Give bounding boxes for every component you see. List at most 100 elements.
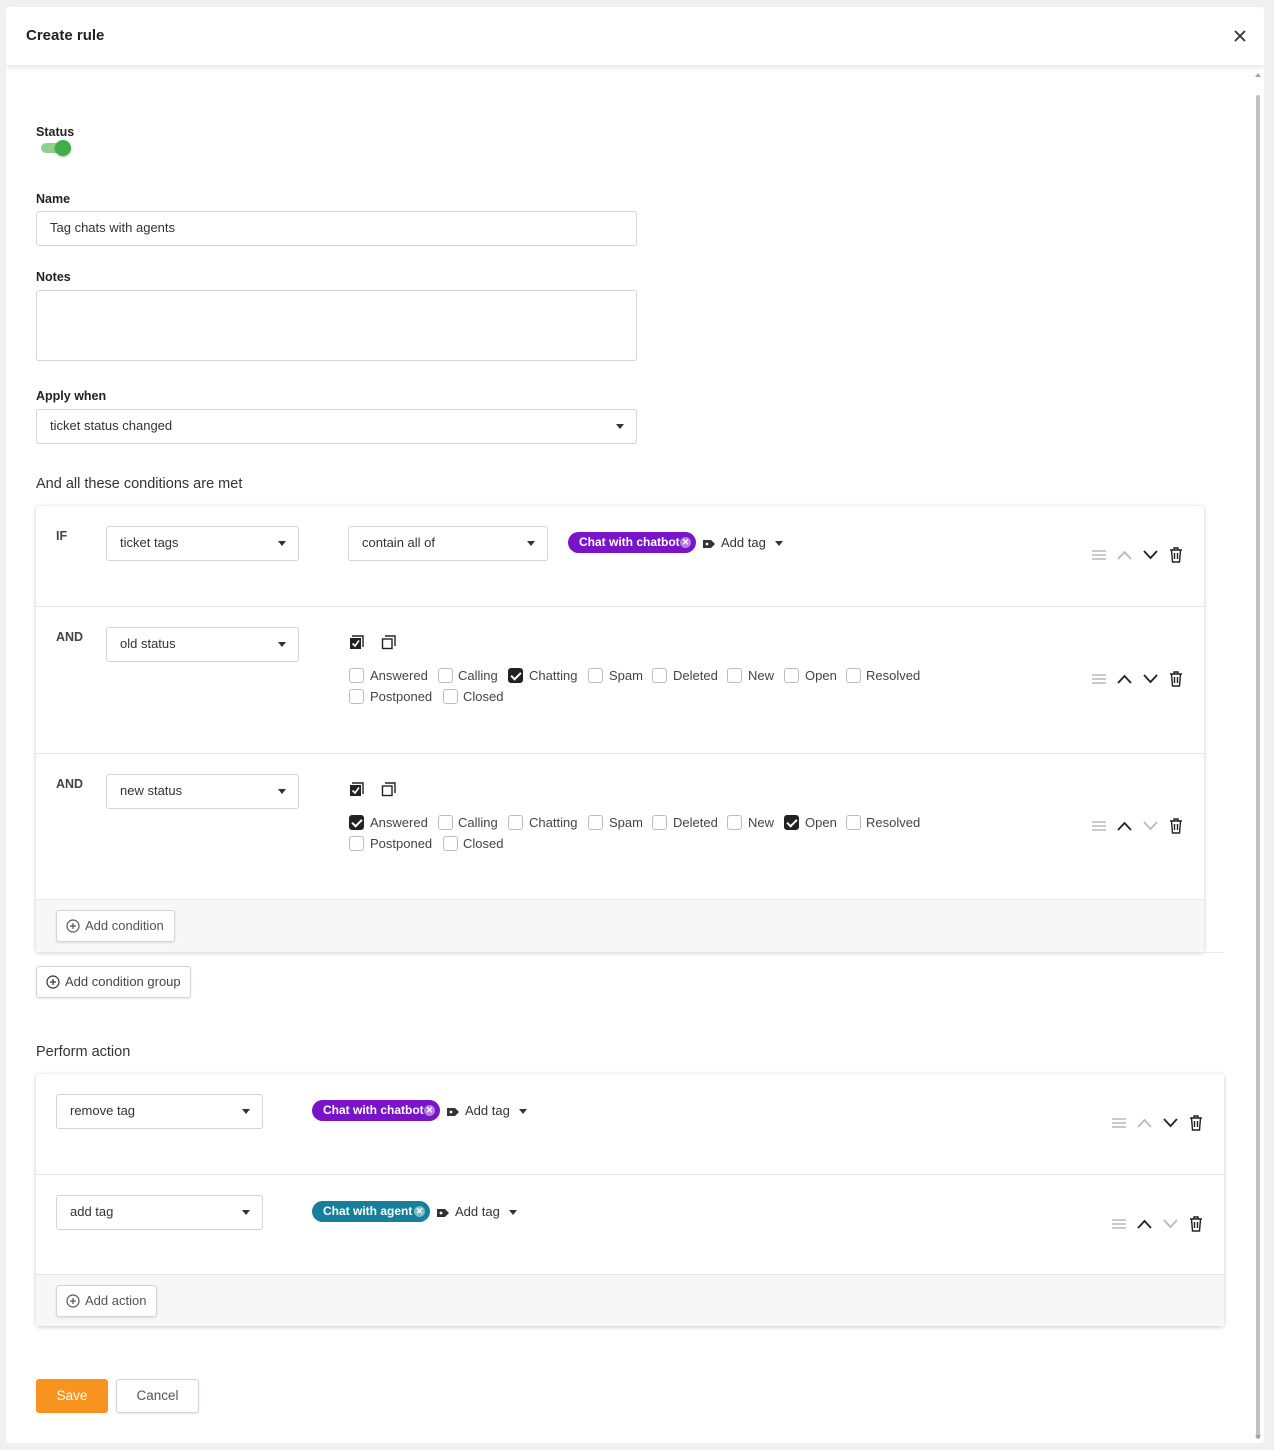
condition-field-select[interactable]: ticket tags — [106, 526, 299, 561]
status-checkbox[interactable] — [349, 836, 364, 851]
delete-icon[interactable] — [1189, 1216, 1203, 1232]
action-type-select[interactable]: add tag — [56, 1195, 263, 1230]
chevron-down-icon — [278, 789, 286, 794]
add-action-label: Add action — [85, 1293, 147, 1308]
tag-chip[interactable]: Chat with chatbot ✕ — [568, 532, 696, 553]
move-down-icon[interactable] — [1143, 673, 1158, 685]
name-input[interactable]: Tag chats with agents — [36, 211, 637, 246]
select-all-icon[interactable] — [349, 635, 364, 650]
move-down-icon[interactable] — [1143, 820, 1158, 832]
drag-handle-icon[interactable] — [1091, 548, 1107, 562]
deselect-all-icon[interactable] — [381, 782, 396, 797]
status-checkbox[interactable] — [846, 815, 861, 830]
remove-tag-icon[interactable]: ✕ — [424, 1105, 435, 1116]
add-condition-group-button[interactable]: Add condition group — [36, 966, 191, 998]
status-checkbox[interactable] — [846, 668, 861, 683]
status-checkbox[interactable] — [727, 815, 742, 830]
tag-chip[interactable]: Chat with agent ✕ — [312, 1201, 430, 1222]
tag-icon — [703, 539, 715, 548]
status-checkbox[interactable] — [727, 668, 742, 683]
status-checkbox-label: Open — [805, 815, 837, 830]
status-checkbox-label: Postponed — [370, 689, 433, 704]
status-checkbox-label: Answered — [370, 815, 428, 830]
cancel-button[interactable]: Cancel — [116, 1379, 199, 1413]
condition-field-select[interactable]: new status — [106, 774, 299, 809]
create-rule-dialog: Create rule Status Name Tag chats with a… — [6, 7, 1264, 1443]
add-condition-button[interactable]: Add condition — [56, 910, 175, 942]
add-tag-dropdown[interactable]: Add tag — [447, 1103, 527, 1119]
select-all-icon[interactable] — [349, 782, 364, 797]
status-checkbox[interactable] — [508, 668, 523, 683]
status-checkbox-label: Answered — [370, 668, 428, 683]
move-down-icon[interactable] — [1163, 1117, 1178, 1129]
chevron-down-icon — [518, 1109, 527, 1115]
status-checkbox[interactable] — [349, 689, 364, 704]
move-up-icon[interactable] — [1117, 673, 1132, 685]
status-checkbox[interactable] — [784, 668, 799, 683]
add-tag-dropdown[interactable]: Add tag — [703, 535, 783, 551]
status-checkbox[interactable] — [349, 668, 364, 683]
move-down-icon[interactable] — [1163, 1218, 1178, 1230]
status-checkbox[interactable] — [588, 815, 603, 830]
tag-chip-label: Chat with agent — [323, 1204, 413, 1218]
move-down-icon[interactable] — [1143, 549, 1158, 561]
status-checkbox[interactable] — [443, 836, 458, 851]
scrollbar[interactable] — [1254, 69, 1262, 1443]
apply-when-select[interactable]: ticket status changed — [36, 409, 637, 444]
status-toggle[interactable] — [41, 140, 71, 156]
condition-group-footer: Add condition — [36, 899, 1204, 952]
delete-icon[interactable] — [1189, 1115, 1203, 1131]
move-up-icon[interactable] — [1117, 549, 1132, 561]
status-checkbox[interactable] — [438, 815, 453, 830]
status-checkbox-label: Spam — [609, 815, 643, 830]
condition-field-value: new status — [120, 783, 183, 798]
tag-icon — [437, 1208, 449, 1217]
save-button[interactable]: Save — [36, 1379, 108, 1413]
status-checkbox[interactable] — [508, 815, 523, 830]
notes-textarea[interactable] — [36, 290, 637, 361]
move-up-icon[interactable] — [1137, 1117, 1152, 1129]
delete-icon[interactable] — [1169, 671, 1183, 687]
move-up-icon[interactable] — [1137, 1218, 1152, 1230]
remove-tag-icon[interactable]: ✕ — [414, 1206, 425, 1217]
drag-handle-icon[interactable] — [1111, 1116, 1127, 1130]
scroll-up-arrow[interactable] — [1255, 73, 1261, 77]
status-checkbox[interactable] — [652, 668, 667, 683]
delete-icon[interactable] — [1169, 818, 1183, 834]
action-type-select[interactable]: remove tag — [56, 1094, 263, 1129]
condition-keyword: IF — [56, 529, 68, 543]
add-tag-label: Add tag — [465, 1103, 510, 1118]
status-checkbox[interactable] — [349, 815, 364, 830]
delete-icon[interactable] — [1169, 547, 1183, 563]
remove-tag-icon[interactable]: ✕ — [680, 537, 691, 548]
add-tag-dropdown[interactable]: Add tag — [437, 1204, 517, 1220]
actions-card: remove tag Chat with chatbot ✕ Add tag a… — [36, 1074, 1224, 1326]
status-checkbox-label: Deleted — [673, 668, 718, 683]
drag-handle-icon[interactable] — [1091, 819, 1107, 833]
move-up-icon[interactable] — [1117, 820, 1132, 832]
actions-title: Perform action — [36, 1044, 131, 1060]
status-checkbox-label: Deleted — [673, 815, 718, 830]
add-action-button[interactable]: Add action — [56, 1285, 157, 1317]
status-checkbox[interactable] — [784, 815, 799, 830]
plus-circle-icon — [46, 975, 60, 989]
status-checkbox[interactable] — [443, 689, 458, 704]
actions-footer: Add action — [36, 1274, 1224, 1326]
status-checkbox[interactable] — [652, 815, 667, 830]
drag-handle-icon[interactable] — [1091, 672, 1107, 686]
row-divider — [36, 606, 1204, 607]
status-checkbox-label: Calling — [458, 668, 498, 683]
tag-chip[interactable]: Chat with chatbot ✕ — [312, 1100, 440, 1121]
status-checkbox[interactable] — [438, 668, 453, 683]
scroll-down-arrow[interactable] — [1255, 1435, 1261, 1439]
add-condition-group-label: Add condition group — [65, 974, 181, 989]
close-icon[interactable] — [1230, 26, 1250, 46]
drag-handle-icon[interactable] — [1111, 1217, 1127, 1231]
chevron-down-icon — [242, 1109, 250, 1114]
condition-operator-select[interactable]: contain all of — [348, 526, 548, 561]
status-checkbox[interactable] — [588, 668, 603, 683]
status-checkbox-label: Resolved — [866, 815, 921, 830]
deselect-all-icon[interactable] — [381, 635, 396, 650]
condition-field-select[interactable]: old status — [106, 627, 299, 662]
scrollbar-thumb[interactable] — [1256, 95, 1260, 1439]
